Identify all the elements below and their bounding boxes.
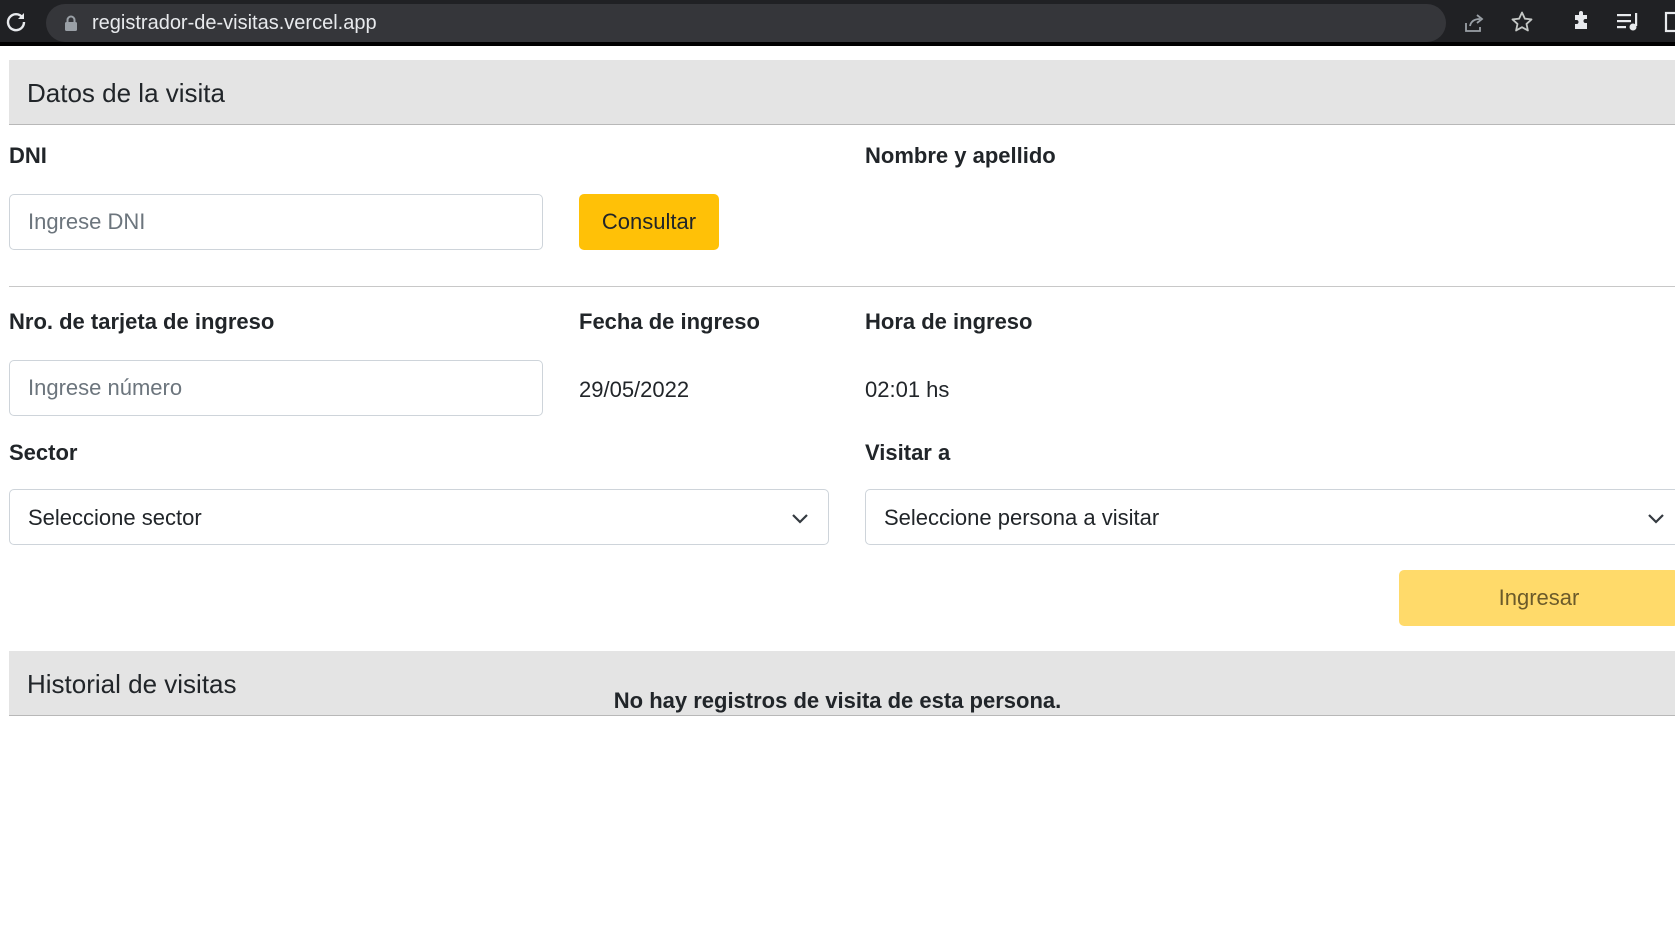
history-empty-message: No hay registros de visita de esta perso… [613,688,1062,713]
lock-icon [64,15,78,31]
address-bar[interactable]: registrador-de-visitas.vercel.app [46,4,1446,42]
full-name-label: Nombre y apellido [865,143,1056,168]
card-number-label: Nro. de tarjeta de ingreso [9,309,275,334]
url-text[interactable]: registrador-de-visitas.vercel.app [92,12,377,34]
extensions-puzzle-icon[interactable] [1570,10,1594,34]
media-queue-icon[interactable] [1615,10,1641,34]
chevron-down-icon [790,508,810,528]
browser-toolbar: registrador-de-visitas.vercel.app [0,0,1675,46]
bookmark-star-icon[interactable] [1510,10,1534,34]
card-number-input[interactable] [9,360,543,416]
side-panel-icon[interactable] [1664,10,1675,34]
entry-date-value: 29/05/2022 [579,377,690,402]
section-divider [9,286,1675,287]
dni-input[interactable] [9,194,543,250]
share-icon[interactable] [1462,11,1486,35]
visit-data-title: Datos de la visita [27,78,225,108]
visit-person-select[interactable]: Seleccione persona a visitar [865,489,1675,545]
submit-entry-button[interactable]: Ingresar [1399,570,1675,626]
consult-button[interactable]: Consultar [579,194,719,250]
sector-select[interactable]: Seleccione sector [9,489,829,545]
dni-label: DNI [9,143,47,168]
entry-date-label: Fecha de ingreso [579,309,760,334]
visit-data-header: Datos de la visita [9,60,1675,125]
entry-time-label: Hora de ingreso [865,309,1033,334]
visit-person-label: Visitar a [865,440,951,465]
sector-label: Sector [9,440,78,465]
chevron-down-icon [1646,508,1666,528]
sector-select-value: Seleccione sector [28,505,202,530]
reload-icon[interactable] [4,10,28,34]
visit-person-select-value: Seleccione persona a visitar [884,505,1160,530]
entry-time-value: 02:01 hs [865,377,950,402]
